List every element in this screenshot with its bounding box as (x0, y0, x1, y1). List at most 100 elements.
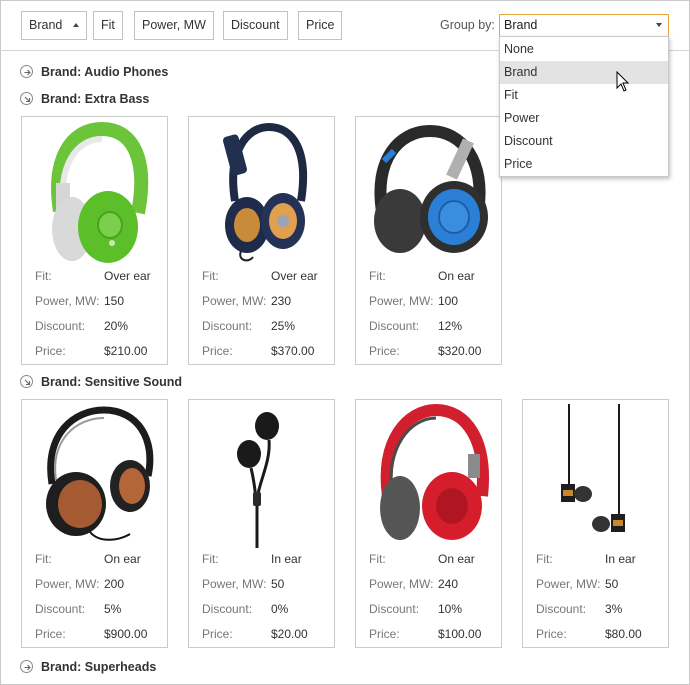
spec-value: In ear (271, 552, 302, 566)
group-title: Brand: Audio Phones (41, 65, 169, 79)
spec-value: 25% (271, 319, 296, 333)
spec-value: In ear (605, 552, 636, 566)
expand-group-icon[interactable] (20, 65, 33, 78)
spec-label: Fit: (536, 552, 553, 566)
spec-value: 3% (605, 602, 623, 616)
group-header-extra-bass[interactable]: Brand: Extra Bass (20, 90, 149, 106)
spec-label: Price: (35, 627, 66, 641)
spec-value: On ear (438, 552, 475, 566)
group-by-option-power[interactable]: Power (500, 107, 668, 130)
product-card[interactable]: Fit: Over ear Power, MW: 230 Discount: 25% … (188, 116, 335, 365)
spec-label: Price: (369, 627, 400, 641)
sort-by-brand-button[interactable]: Brand (21, 11, 88, 40)
sort-button-label: Discount (231, 18, 280, 32)
spec-value: Over ear (104, 269, 151, 283)
group-by-option-none[interactable]: None (500, 38, 668, 61)
product-card[interactable]: Fit: Over ear Power, MW: 150 Discount: 20% … (21, 116, 168, 365)
chevron-down-icon[interactable] (656, 23, 662, 27)
spec-fit: Fit: In ear (202, 552, 302, 566)
group-header-audio-phones[interactable]: Brand: Audio Phones (20, 63, 168, 79)
spec-power: Power, MW: 240 (369, 577, 458, 591)
sort-by-discount-button[interactable]: Discount (223, 11, 288, 40)
spec-value: $370.00 (271, 344, 315, 358)
spec-value: 0% (271, 602, 289, 616)
group-by-select[interactable]: Brand (499, 14, 669, 37)
sort-by-power-button[interactable]: Power, MW (134, 11, 214, 40)
spec-label: Price: (536, 627, 567, 641)
spec-value: On ear (438, 269, 475, 283)
product-card[interactable]: Fit: On ear Power, MW: 100 Discount: 12% Pr… (355, 116, 502, 365)
spec-label: Discount: (202, 319, 253, 333)
spec-label: Fit: (202, 552, 219, 566)
spec-value: 10% (438, 602, 463, 616)
sort-by-fit-button[interactable]: Fit (93, 11, 123, 40)
group-header-sensitive-sound[interactable]: Brand: Sensitive Sound (20, 373, 182, 389)
group-by-option-price[interactable]: Price (500, 153, 668, 176)
spec-label: Price: (369, 344, 400, 358)
spec-discount: Discount: 10% (369, 602, 462, 616)
group-title: Brand: Superheads (41, 660, 157, 674)
spec-power: Power, MW: 150 (35, 294, 124, 308)
spec-power: Power, MW: 230 (202, 294, 291, 308)
product-card[interactable]: Fit: On ear Power, MW: 200 Discount: 5% Pri… (21, 399, 168, 648)
product-card[interactable]: Fit: In ear Power, MW: 50 Discount: 3% Pric… (522, 399, 669, 648)
spec-label: Fit: (35, 269, 52, 283)
spec-fit: Fit: On ear (369, 552, 475, 566)
group-by-selected-value: Brand (504, 18, 538, 32)
spec-label: Power, MW: (202, 294, 267, 308)
spec-fit: Fit: On ear (35, 552, 141, 566)
spec-value: 50 (271, 577, 285, 591)
spec-label: Discount: (35, 602, 86, 616)
spec-value: 20% (104, 319, 129, 333)
mouse-cursor-icon (616, 71, 630, 92)
spec-label: Price: (35, 344, 66, 358)
spec-discount: Discount: 25% (202, 319, 295, 333)
sort-button-label: Power, MW (142, 18, 206, 32)
headphones-red-grey-image (380, 404, 489, 540)
spec-price: Price: $900.00 (35, 627, 147, 641)
product-card[interactable]: Fit: On ear Power, MW: 240 Discount: 10% Pr… (355, 399, 502, 648)
spec-discount: Discount: 12% (369, 319, 462, 333)
spec-label: Discount: (369, 602, 420, 616)
group-header-superheads[interactable]: Brand: Superheads (20, 658, 156, 674)
spec-value: 240 (438, 577, 459, 591)
group-by-label: Group by: (440, 18, 495, 32)
spec-label: Discount: (202, 602, 253, 616)
group-by-option-brand[interactable]: Brand (500, 61, 668, 84)
collapse-group-icon[interactable] (20, 375, 33, 388)
sort-button-label: Brand (29, 18, 63, 32)
group-by-option-fit[interactable]: Fit (500, 84, 668, 107)
spec-label: Fit: (369, 269, 386, 283)
spec-power: Power, MW: 50 (536, 577, 618, 591)
spec-value: Over ear (271, 269, 318, 283)
spec-label: Power, MW: (369, 577, 434, 591)
spec-power: Power, MW: 200 (35, 577, 124, 591)
spec-price: Price: $320.00 (369, 344, 481, 358)
product-card[interactable]: Fit: In ear Power, MW: 50 Discount: 0% Pric… (188, 399, 335, 648)
spec-value: $900.00 (104, 627, 148, 641)
sort-by-price-button[interactable]: Price (298, 11, 343, 40)
headphones-navy-orange-image (222, 122, 308, 262)
spec-discount: Discount: 3% (536, 602, 622, 616)
spec-fit: Fit: Over ear (202, 269, 318, 283)
spec-label: Price: (202, 627, 233, 641)
spec-price: Price: $100.00 (369, 627, 481, 641)
spec-value: 50 (605, 577, 619, 591)
expand-group-icon[interactable] (20, 660, 33, 673)
spec-discount: Discount: 20% (35, 319, 128, 333)
group-by-dropdown: None Brand Fit Power Discount Price (499, 36, 669, 177)
spec-label: Fit: (202, 269, 219, 283)
group-by-option-discount[interactable]: Discount (500, 130, 668, 153)
spec-value: 100 (438, 294, 459, 308)
spec-label: Discount: (35, 319, 86, 333)
spec-label: Discount: (536, 602, 587, 616)
spec-price: Price: $210.00 (35, 344, 147, 358)
collapse-group-icon[interactable] (20, 92, 33, 105)
spec-label: Power, MW: (369, 294, 434, 308)
spec-label: Discount: (369, 319, 420, 333)
spec-power: Power, MW: 100 (369, 294, 458, 308)
sort-ascending-icon (73, 22, 80, 27)
spec-label: Power, MW: (536, 577, 601, 591)
group-title: Brand: Sensitive Sound (41, 375, 182, 389)
spec-price: Price: $370.00 (202, 344, 314, 358)
